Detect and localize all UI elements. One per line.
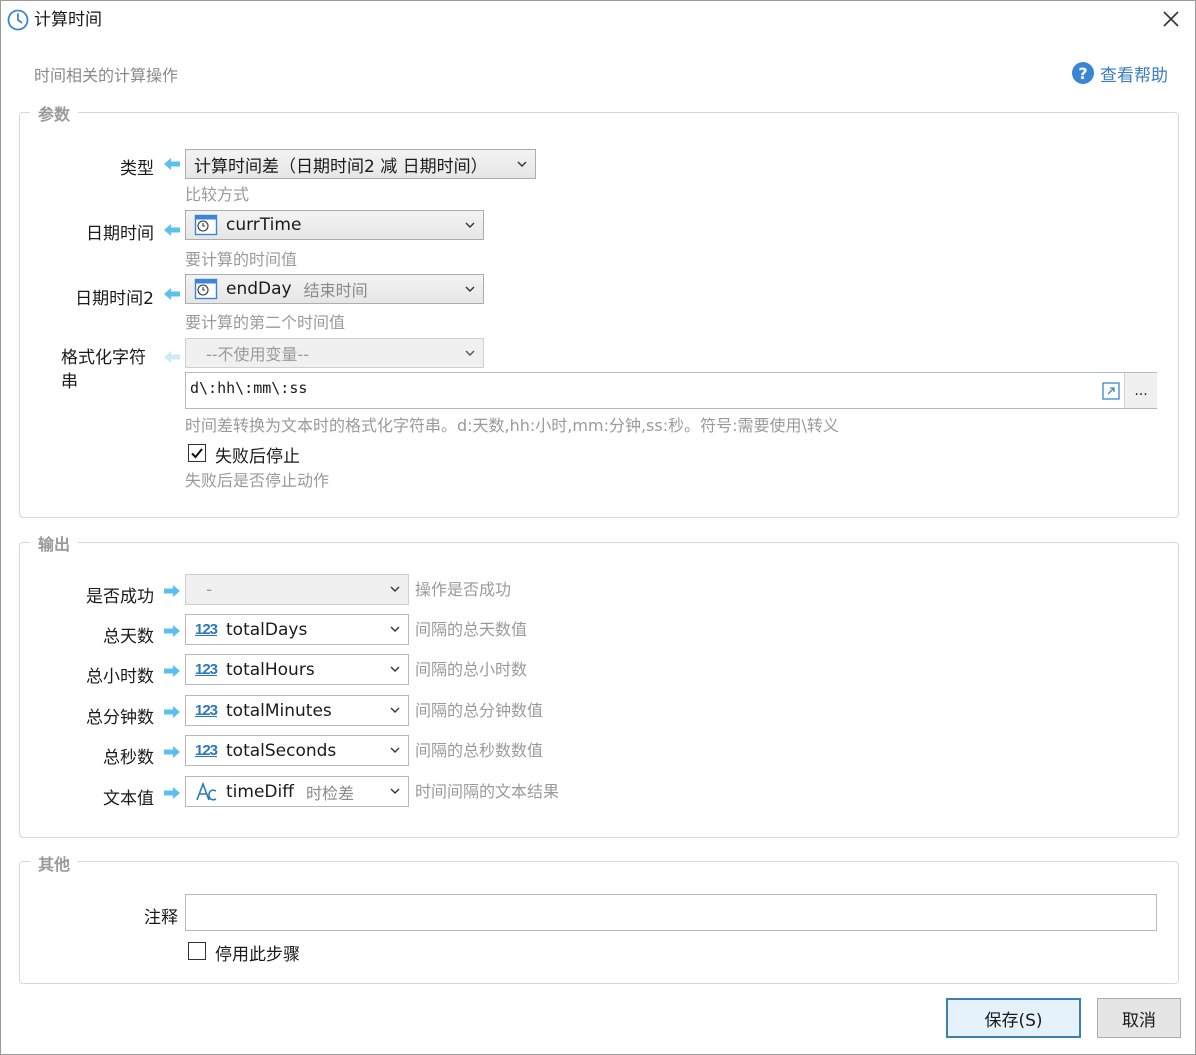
format-label: 格式化字符串 (61, 348, 146, 392)
chevron-down-icon (517, 161, 527, 167)
cancel-button[interactable]: 取消 (1097, 998, 1181, 1038)
output-row-hint: 间隔的总秒数数值 (415, 741, 544, 760)
output-row-label: 总分钟数 (86, 708, 154, 728)
calendar-clock-icon (194, 214, 218, 236)
other-group-title: 其他 (30, 851, 79, 875)
output-row-hint: 间隔的总天数值 (415, 620, 528, 639)
help-link[interactable]: ? 查看帮助 (1072, 61, 1168, 86)
arrow-left-icon (164, 288, 180, 300)
disable-step-label: 停用此步骤 (215, 945, 300, 965)
output-row-hint: 间隔的总小时数 (415, 660, 528, 679)
text-icon (196, 781, 217, 801)
comment-input[interactable] (185, 894, 1157, 931)
stop-on-fail-hint: 失败后是否停止动作 (185, 471, 330, 490)
output-row-label: 总小时数 (86, 667, 154, 687)
save-button[interactable]: 保存(S) (946, 998, 1081, 1038)
output-row-select[interactable]: 123 totalHours (185, 654, 409, 685)
calendar-clock-icon (194, 278, 218, 300)
arrow-right-icon (164, 585, 180, 597)
chevron-down-icon (465, 286, 475, 292)
type-select-value: 计算时间差（日期时间2 减 日期时间） (194, 156, 488, 177)
datetime2-sub: 结束时间 (303, 281, 368, 300)
type-hint: 比较方式 (185, 185, 250, 204)
output-row-label: 总秒数 (103, 748, 154, 768)
arrow-right-icon (164, 706, 180, 718)
datetime2-select[interactable]: endDay 结束时间 (185, 274, 484, 304)
datetime1-hint: 要计算的时间值 (185, 250, 298, 269)
number-icon: 123 (194, 621, 218, 638)
format-more-button[interactable]: ... (1124, 373, 1157, 408)
output-row-label: 文本值 (103, 789, 154, 809)
output-row-hint: 间隔的总分钟数值 (415, 701, 544, 720)
format-hint: 时间差转换为文本时的格式化字符串。d:天数,hh:小时,mm:分钟,ss:秒。符… (185, 416, 839, 435)
output-row-label: 总天数 (103, 627, 154, 647)
chevron-down-icon (390, 707, 400, 713)
chevron-down-icon (390, 586, 400, 592)
chevron-down-icon (465, 350, 475, 356)
stop-on-fail-label: 失败后停止 (215, 447, 300, 467)
output-row-select[interactable]: 123 totalDays (185, 614, 409, 645)
chevron-down-icon (465, 222, 475, 228)
dialog-subtitle: 时间相关的计算操作 (34, 66, 179, 85)
params-group-title: 参数 (30, 101, 79, 125)
datetime1-value: currTime (226, 215, 302, 235)
datetime2-hint: 要计算的第二个时间值 (185, 313, 346, 332)
arrow-right-icon (164, 746, 180, 758)
number-icon: 123 (194, 742, 218, 759)
arrow-left-icon (164, 351, 180, 363)
disable-step-checkbox[interactable] (188, 942, 206, 960)
number-icon: 123 (194, 702, 218, 719)
arrow-left-icon (164, 158, 180, 170)
expand-icon[interactable] (1102, 382, 1120, 400)
output-row-value: totalHours (226, 659, 315, 680)
format-variable-select[interactable]: --不使用变量-- (185, 338, 484, 368)
help-label: 查看帮助 (1100, 65, 1168, 86)
clock-icon (7, 9, 29, 31)
output-row-hint: 操作是否成功 (415, 580, 512, 599)
chevron-down-icon (390, 666, 400, 672)
format-input[interactable]: d\:hh\:mm\:ss ... (185, 372, 1157, 409)
output-row-value: timeDiff (226, 781, 294, 802)
output-row-sub: 时检差 (305, 783, 354, 803)
output-row-hint: 时间间隔的文本结果 (415, 782, 560, 801)
chevron-down-icon (390, 747, 400, 753)
output-row-select[interactable]: timeDiff 时检差 (185, 776, 409, 807)
arrow-right-icon (164, 665, 180, 677)
datetime2-label: 日期时间2 (75, 289, 154, 309)
output-row-select[interactable]: 123 totalMinutes (185, 695, 409, 726)
help-icon: ? (1072, 62, 1094, 84)
window-title: 计算时间 (34, 10, 102, 30)
output-group-title: 输出 (30, 531, 79, 555)
stop-on-fail-checkbox[interactable] (188, 444, 206, 462)
output-row-value: totalDays (226, 619, 308, 640)
type-select[interactable]: 计算时间差（日期时间2 减 日期时间） (185, 149, 536, 179)
datetime2-value: endDay (226, 279, 292, 299)
arrow-right-icon (164, 787, 180, 799)
checkmark-icon (191, 448, 203, 459)
number-icon: 123 (194, 661, 218, 678)
datetime1-select[interactable]: currTime (185, 210, 484, 240)
output-row-value: totalSeconds (226, 740, 337, 761)
format-variable-value: --不使用变量-- (206, 345, 310, 364)
arrow-left-icon (164, 224, 180, 236)
output-row-select[interactable]: 123 totalSeconds (185, 735, 409, 766)
dialog-window: 计算时间 时间相关的计算操作 ? 查看帮助 参数 类型 计算时间差（日期时间2 … (0, 0, 1196, 1055)
comment-label: 注释 (144, 908, 178, 928)
type-label: 类型 (120, 159, 154, 179)
output-row-value: totalMinutes (226, 700, 332, 721)
datetime1-label: 日期时间 (86, 224, 154, 244)
output-row-label: 是否成功 (86, 587, 154, 607)
chevron-down-icon (390, 788, 400, 794)
format-input-value: d\:hh\:mm\:ss (190, 379, 308, 397)
output-row-select[interactable]: - (185, 574, 409, 605)
output-row-value: - (206, 579, 213, 600)
close-icon[interactable] (1159, 7, 1183, 31)
arrow-right-icon (164, 625, 180, 637)
chevron-down-icon (390, 626, 400, 632)
